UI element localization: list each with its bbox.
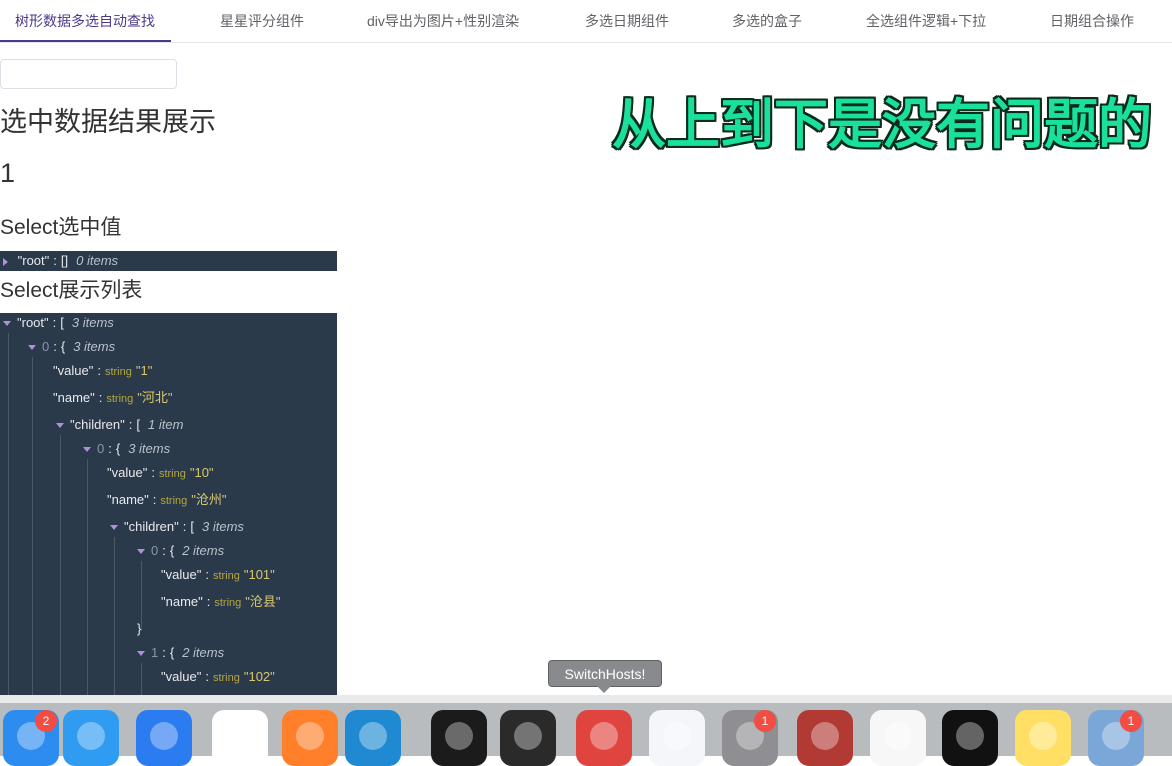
collapse-caret-icon[interactable] — [83, 447, 91, 453]
indent-guide — [87, 459, 88, 703]
json-row[interactable]: 0:{3 items — [28, 337, 115, 357]
selected-count: 1 — [0, 158, 16, 188]
json-viewer-select-value: "root":[] 0 items — [0, 251, 337, 271]
tab-bar: 树形数据多选自动查找 星星评分组件 div导出为图片+性别渲染 多选日期组件 多… — [0, 0, 1172, 43]
iterm-app[interactable] — [431, 710, 487, 766]
tab-date-combo[interactable]: 日期组合操作 — [1050, 0, 1134, 42]
json-row[interactable]: 1:{2 items — [137, 643, 224, 663]
notes-icon — [1029, 722, 1057, 750]
tab-star-rating[interactable]: 星星评分组件 — [220, 0, 304, 42]
safari-app[interactable] — [63, 710, 119, 766]
json-viewer-select-list: "root":[3 items 0:{3 items "value": string "… — [0, 313, 337, 703]
json-row: "name": string "沧县" — [161, 594, 281, 609]
json-row: "value": string "1" — [53, 363, 153, 378]
json-row[interactable]: "children":[3 items — [110, 517, 244, 537]
reminders-app[interactable] — [870, 710, 926, 766]
iterm-icon — [445, 722, 473, 750]
json-row[interactable]: "children":[1 item — [56, 415, 183, 435]
tab-tree-multiselect[interactable]: 树形数据多选自动查找 — [15, 0, 155, 42]
json-row[interactable]: 0:{3 items — [83, 439, 170, 459]
screen-capture-icon — [956, 722, 984, 750]
collapse-caret-icon[interactable] — [110, 525, 118, 531]
dictionary-icon — [811, 722, 839, 750]
active-tab-indicator — [0, 40, 171, 42]
json-row: "value": string "101" — [161, 567, 275, 582]
json-row[interactable]: 0:{2 items — [137, 541, 224, 561]
json-row: "name": string "沧州" — [107, 492, 227, 507]
collapse-caret-icon[interactable] — [28, 345, 36, 351]
select-list-title: Select展示列表 — [0, 279, 143, 302]
indent-guide — [60, 435, 61, 703]
select-value-title: Select选中值 — [0, 216, 122, 239]
reminders-icon — [884, 722, 912, 750]
notes-app[interactable] — [1015, 710, 1071, 766]
dock-shelf — [0, 695, 1172, 703]
json-row: "value": string "102" — [161, 669, 275, 684]
collapse-caret-icon[interactable] — [56, 423, 64, 429]
screen-capture-app[interactable] — [942, 710, 998, 766]
vscode-app[interactable] — [345, 710, 401, 766]
wps-app[interactable] — [136, 710, 192, 766]
firefox-icon — [296, 722, 324, 750]
json-row: "name": string "河北" — [53, 390, 173, 405]
json-row[interactable]: "root":[3 items — [3, 313, 114, 333]
dictionary-app[interactable] — [797, 710, 853, 766]
vscode-icon — [359, 722, 387, 750]
tab-div-export[interactable]: div导出为图片+性别渲染 — [367, 0, 519, 42]
tab-multi-box[interactable]: 多选的盒子 — [732, 0, 802, 42]
json-row: "value": string "10" — [107, 465, 214, 480]
switchhosts-app[interactable] — [576, 710, 632, 766]
dock-tooltip: SwitchHosts! — [548, 660, 662, 687]
safari-icon — [77, 722, 105, 750]
chrome-icon — [226, 722, 254, 750]
firefox-app[interactable] — [282, 710, 338, 766]
indent-guide — [114, 537, 115, 703]
result-heading: 选中数据结果展示 — [0, 107, 216, 137]
notification-badge: 1 — [1120, 710, 1142, 732]
collapse-caret-icon[interactable] — [3, 321, 11, 327]
terminal-app[interactable] — [500, 710, 556, 766]
switchhosts-icon — [590, 722, 618, 750]
wps-icon — [150, 722, 178, 750]
expand-caret-icon[interactable] — [3, 257, 8, 266]
tab-multi-date[interactable]: 多选日期组件 — [585, 0, 669, 42]
indent-guide — [32, 357, 33, 703]
tab-select-all[interactable]: 全选组件逻辑+下拉 — [866, 0, 986, 42]
collapse-caret-icon[interactable] — [137, 549, 145, 555]
baidu-cloud-icon — [663, 722, 691, 750]
baidunetdisk-app[interactable] — [649, 710, 705, 766]
chrome-app[interactable] — [212, 710, 268, 766]
search-input[interactable] — [0, 59, 177, 89]
json-row[interactable]: "root":[] 0 items — [3, 251, 118, 271]
indent-guide — [8, 333, 9, 703]
terminal-icon — [514, 722, 542, 750]
collapse-caret-icon[interactable] — [137, 651, 145, 657]
banner-caption: 从上到下是没有问题的 — [612, 95, 1152, 155]
notification-badge: 1 — [754, 710, 776, 732]
notification-badge: 2 — [35, 710, 57, 732]
json-row: } — [137, 621, 142, 636]
tooltip-arrow — [597, 686, 611, 693]
